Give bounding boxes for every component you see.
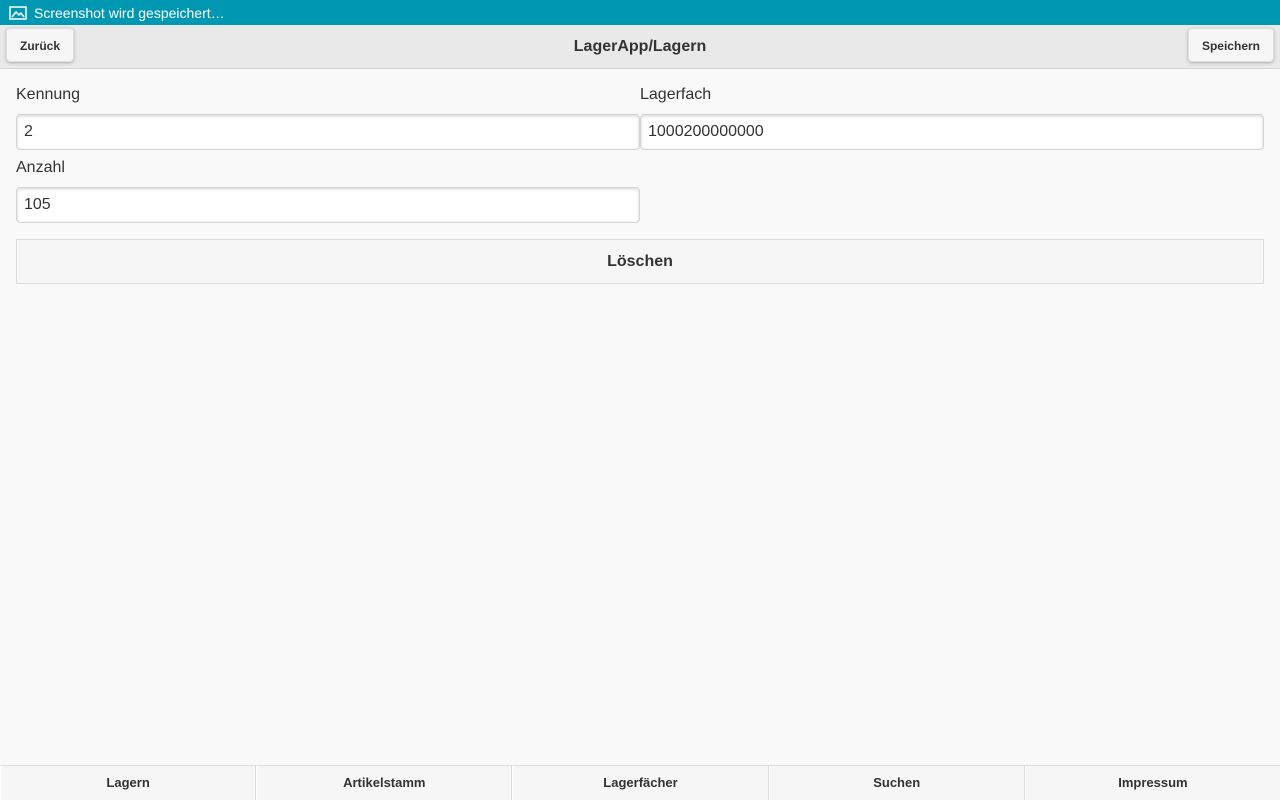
header-bar: LagerApp/Lagern Zurück Speichern: [0, 25, 1280, 69]
delete-button[interactable]: Löschen: [16, 239, 1264, 284]
lagerfach-label: Lagerfach: [640, 86, 712, 103]
nav-item-artikelstamm[interactable]: Artikelstamm: [256, 766, 513, 800]
back-button[interactable]: Zurück: [6, 28, 75, 62]
nav-item-lagerfaecher[interactable]: Lagerfächer: [512, 766, 769, 800]
status-text: Screenshot wird gespeichert…: [34, 4, 225, 21]
anzahl-input[interactable]: [16, 187, 640, 223]
nav-item-lagern[interactable]: Lagern: [0, 766, 257, 800]
page-title: LagerApp/Lagern: [573, 38, 707, 55]
bottom-navbar: Lagern Artikelstamm Lagerfächer Suchen I…: [0, 765, 1280, 800]
image-icon: [9, 5, 27, 20]
status-bar: Screenshot wird gespeichert…: [0, 0, 1280, 25]
nav-item-suchen[interactable]: Suchen: [768, 766, 1025, 800]
kennung-label: Kennung: [16, 86, 81, 103]
anzahl-label: Anzahl: [16, 159, 65, 176]
save-button[interactable]: Speichern: [1187, 28, 1274, 62]
kennung-input[interactable]: [16, 114, 640, 150]
nav-item-impressum[interactable]: Impressum: [1024, 766, 1280, 800]
lagerfach-input[interactable]: [640, 114, 1264, 150]
